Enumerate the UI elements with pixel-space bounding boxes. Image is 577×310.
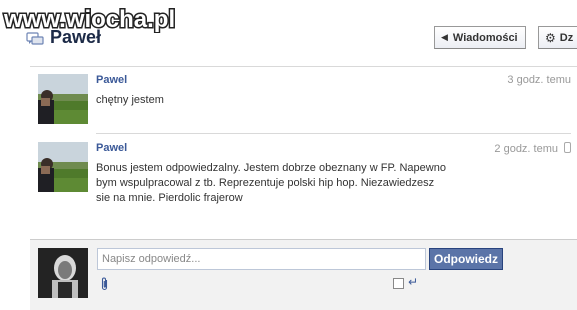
gear-icon: ⚙ — [545, 30, 556, 45]
message-item: Pawel 3 godz. temu chętny jestem — [38, 74, 577, 128]
actions-button-label: Dz — [559, 31, 574, 44]
watermark-logo: www.wiocha.pl — [2, 5, 177, 33]
message-timestamp: 3 godz. temu — [507, 74, 571, 86]
message-author[interactable]: Pawel — [96, 74, 127, 86]
back-arrow-icon: ◀ — [441, 32, 448, 42]
message-author[interactable]: Pawel — [96, 142, 127, 154]
reply-box: Odpowiedz ↵ — [30, 239, 577, 310]
message-divider — [96, 133, 571, 134]
enter-key-icon: ↵ — [408, 275, 419, 289]
message-item: Pawel 2 godz. temu Bonus jestem odpowied… — [38, 142, 577, 204]
avatar — [38, 248, 88, 298]
press-enter-checkbox[interactable] — [393, 278, 404, 289]
actions-button[interactable]: ⚙ Dz — [538, 26, 577, 49]
avatar[interactable] — [38, 142, 88, 192]
svg-text:www.wiocha.pl: www.wiocha.pl — [3, 6, 175, 33]
paperclip-icon[interactable] — [100, 277, 110, 291]
wiocha-watermark: www.wiocha.pl — [2, 4, 188, 34]
reply-button[interactable]: Odpowiedz — [429, 248, 503, 270]
messages-button-label: Wiadomości — [452, 31, 518, 44]
reply-input[interactable] — [97, 248, 426, 270]
messages-button[interactable]: ◀ Wiadomości — [434, 26, 526, 49]
message-text: chętny jestem — [96, 94, 164, 106]
message-timestamp: 2 godz. temu — [494, 142, 571, 155]
avatar[interactable] — [38, 74, 88, 124]
mobile-phone-icon — [564, 142, 571, 153]
message-text: Bonus jestem odpowiedzalny. Jestem dobrz… — [96, 162, 446, 204]
header-divider — [30, 66, 577, 67]
